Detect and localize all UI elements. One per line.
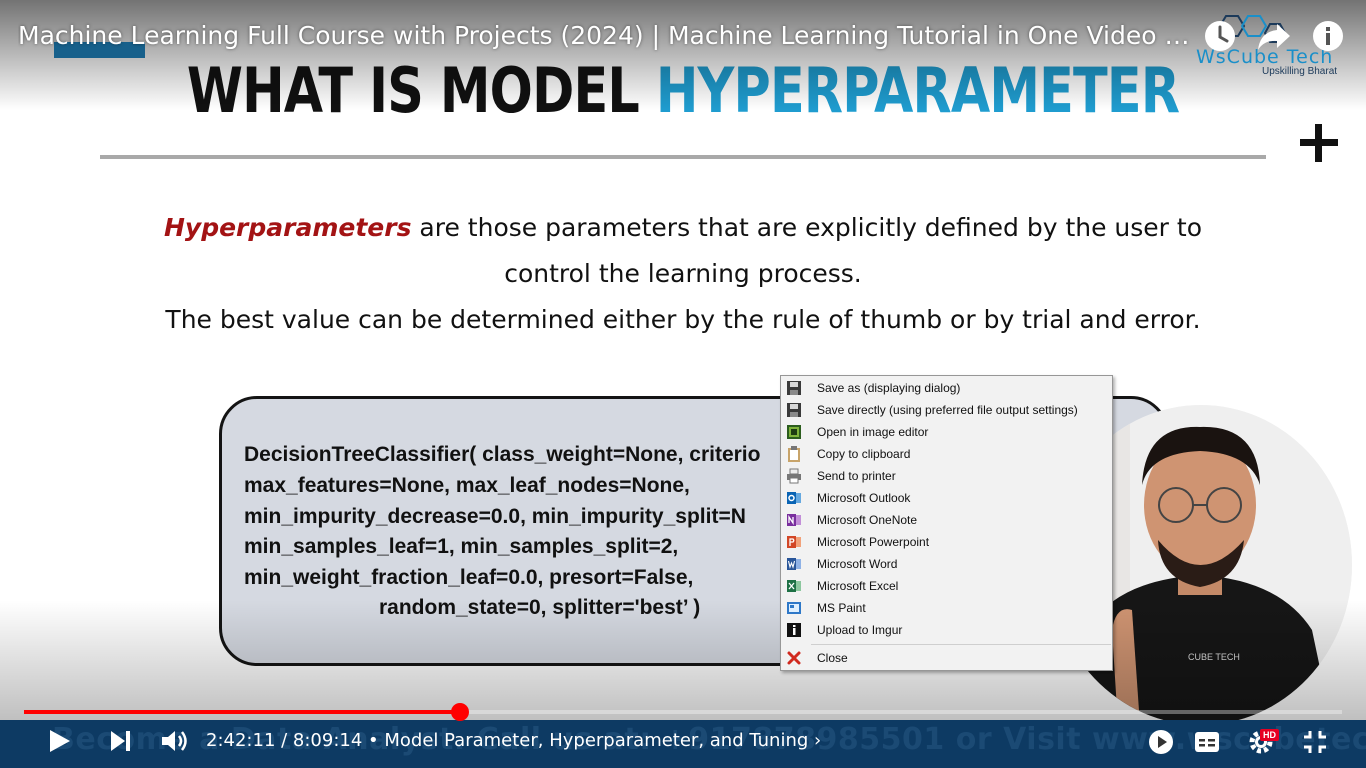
slide-heading: WHAT IS MODEL HYPERPARAMETER [123, 55, 1243, 127]
close-icon [787, 651, 801, 665]
chapter-title[interactable]: Model Parameter, Hyperparameter, and Tun… [384, 730, 821, 751]
definition-line-3: The best value can be determined either … [165, 305, 1201, 334]
menu-item-copy-clipboard[interactable]: Copy to clipboard [782, 443, 1111, 465]
current-time: 2:42:11 [206, 730, 276, 751]
powerpoint-icon [787, 536, 801, 548]
menu-item-label: Microsoft OneNote [817, 513, 918, 527]
menu-item-label: Save as (displaying dialog) [817, 381, 961, 395]
subtitles-icon[interactable] [1194, 731, 1220, 753]
menu-item-label: Microsoft Powerpoint [817, 535, 930, 549]
volume-icon[interactable] [160, 728, 188, 754]
menu-item-open-image-editor[interactable]: Open in image editor [782, 421, 1111, 443]
menu-item-word[interactable]: Microsoft Word [782, 553, 1111, 575]
code-line: DecisionTreeClassifier( class_weight=Non… [244, 443, 761, 466]
progress-played [24, 710, 461, 714]
share-arrow-icon[interactable] [1256, 18, 1292, 54]
chapter-separator: • [362, 730, 385, 751]
menu-item-upload-imgur[interactable]: Upload to Imgur [782, 619, 1111, 641]
duration: 8:09:14 [292, 730, 363, 751]
svg-text:CUBE TECH: CUBE TECH [1188, 652, 1240, 662]
menu-item-label: Close [817, 651, 848, 665]
play-icon[interactable] [46, 728, 72, 754]
time-separator: / [275, 730, 293, 751]
clipboard-icon [788, 446, 800, 462]
code-line: min_impurity_decrease=0.0, min_impurity_… [244, 505, 746, 528]
plus-icon [1300, 124, 1338, 162]
next-video-icon[interactable] [108, 729, 132, 753]
video-player[interactable]: WHAT IS MODEL HYPERPARAMETER Hyperparame… [0, 0, 1366, 768]
menu-item-label: MS Paint [817, 601, 866, 615]
excel-icon [787, 580, 801, 592]
menu-item-powerpoint[interactable]: Microsoft Powerpoint [782, 531, 1111, 553]
exit-fullscreen-icon[interactable] [1302, 729, 1328, 755]
progress-bar[interactable] [24, 710, 1342, 714]
code-line: max_features=None, max_leaf_nodes=None, [244, 474, 690, 497]
floppy-disk-icon [787, 403, 801, 417]
menu-item-save-directly[interactable]: Save directly (using preferred file outp… [782, 399, 1111, 421]
menu-item-label: Microsoft Excel [817, 579, 899, 593]
menu-item-ms-paint[interactable]: MS Paint [782, 597, 1111, 619]
autoplay-toggle-icon[interactable] [1148, 729, 1174, 755]
time-display: 2:42:11 / 8:09:14 • Model Parameter, Hyp… [206, 730, 821, 751]
menu-item-label: Save directly (using preferred file outp… [817, 403, 1078, 417]
definition-line-1-rest: are those parameters that are explicitly… [411, 213, 1203, 242]
menu-item-close[interactable]: Close [782, 647, 1111, 669]
image-editor-icon [787, 425, 801, 439]
menu-item-onenote[interactable]: Microsoft OneNote [782, 509, 1111, 531]
hd-badge: HD [1260, 729, 1279, 741]
progress-scrubber-handle[interactable] [451, 703, 470, 721]
heading-divider [100, 155, 1266, 159]
slide-heading-accent: HYPERPARAMETER [655, 54, 1180, 127]
definition-line-1: Hyperparameters are those parameters tha… [0, 213, 1366, 242]
printer-icon [787, 468, 801, 484]
floppy-disk-icon [787, 381, 801, 395]
menu-item-excel[interactable]: Microsoft Excel [782, 575, 1111, 597]
watch-later-clock-icon[interactable] [1202, 18, 1238, 54]
outlook-icon [787, 492, 801, 504]
onenote-icon [787, 514, 801, 526]
menu-item-label: Upload to Imgur [817, 623, 903, 637]
menu-item-label: Send to printer [817, 469, 896, 483]
logo-tagline: Upskilling Bharat [1262, 66, 1338, 77]
code-line: min_samples_leaf=1, min_samples_split=2, [244, 535, 679, 558]
info-icon[interactable] [1310, 18, 1346, 54]
slide-heading-dark: WHAT IS MODEL [186, 54, 656, 127]
paint-icon [787, 602, 801, 614]
screenshot-context-menu: Save as (displaying dialog) Save directl… [780, 375, 1113, 671]
menu-item-label: Microsoft Outlook [817, 491, 911, 505]
definition-line-2: control the learning process. [504, 259, 862, 288]
menu-item-label: Copy to clipboard [817, 447, 911, 461]
menu-item-label: Open in image editor [817, 425, 929, 439]
code-line: min_weight_fraction_leaf=0.0, presort=Fa… [244, 566, 694, 589]
menu-item-send-printer[interactable]: Send to printer [782, 465, 1111, 487]
menu-item-save-as[interactable]: Save as (displaying dialog) [782, 377, 1111, 399]
code-line: random_state=0, splitter='best’ ) [379, 596, 701, 619]
menu-item-label: Microsoft Word [817, 557, 898, 571]
hyperparameters-term: Hyperparameters [163, 213, 412, 242]
imgur-icon [787, 623, 801, 637]
menu-item-outlook[interactable]: Microsoft Outlook [782, 487, 1111, 509]
video-title[interactable]: Machine Learning Full Course with Projec… [18, 19, 1193, 53]
menu-separator [811, 644, 1111, 645]
word-icon [787, 558, 801, 570]
